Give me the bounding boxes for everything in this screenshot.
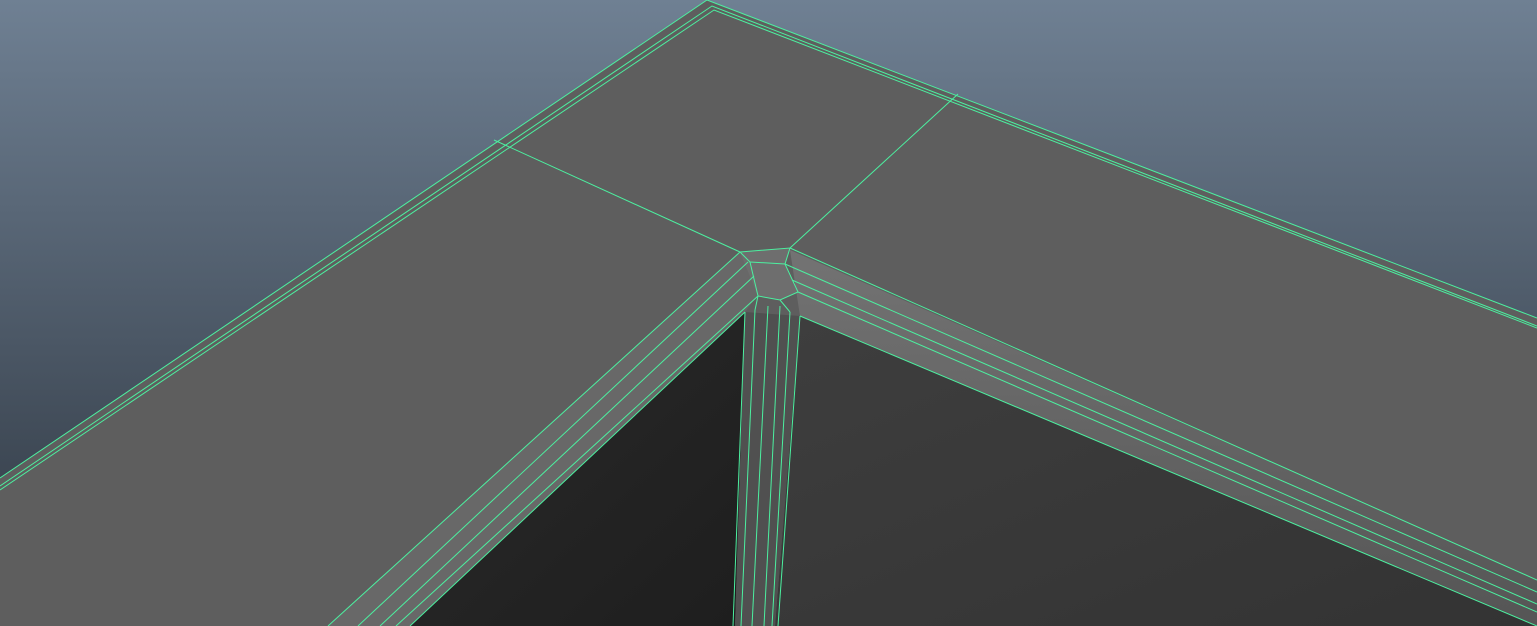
- 3d-viewport[interactable]: [0, 0, 1537, 626]
- viewport-scene: [0, 0, 1537, 626]
